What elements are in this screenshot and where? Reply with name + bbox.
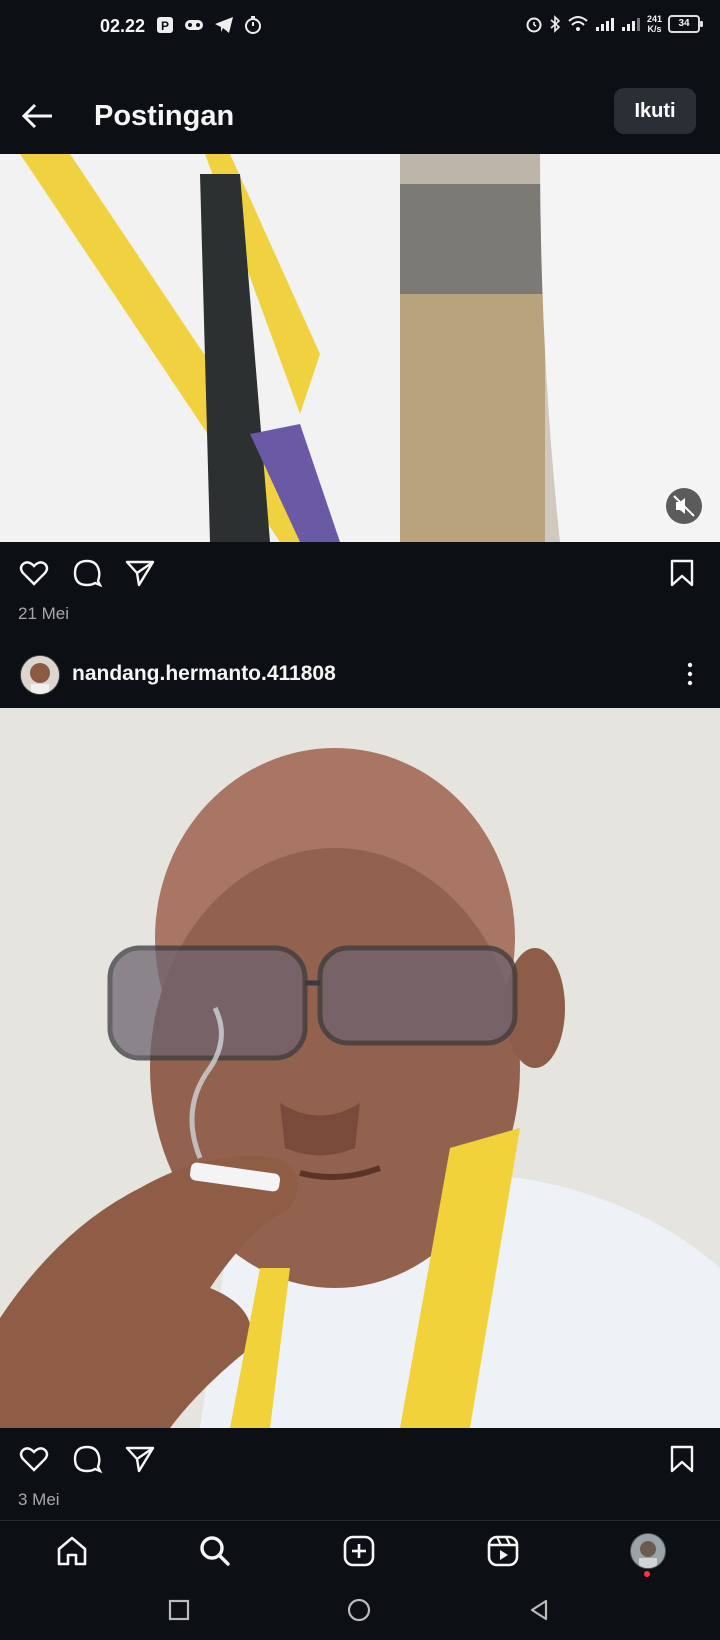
signal-icon xyxy=(621,18,640,31)
home-icon[interactable] xyxy=(54,1533,90,1569)
avatar-image xyxy=(21,656,59,694)
mute-button[interactable] xyxy=(666,488,702,524)
avatar[interactable] xyxy=(20,655,60,695)
follow-button[interactable]: Ikuti xyxy=(614,88,696,134)
profile-avatar-image xyxy=(631,1534,665,1568)
system-nav-bar xyxy=(0,1580,720,1640)
post-2-actions xyxy=(0,1436,720,1482)
post-photo[interactable] xyxy=(0,708,720,1428)
p-badge-icon: P xyxy=(157,17,173,33)
svg-text:P: P xyxy=(161,19,169,33)
more-vertical-icon xyxy=(687,662,693,686)
back-triangle-icon[interactable] xyxy=(527,1598,551,1622)
save-icon[interactable] xyxy=(666,1443,698,1475)
post-video[interactable] xyxy=(0,154,720,542)
more-options-button[interactable] xyxy=(678,658,702,690)
signal-icon xyxy=(595,18,614,31)
page-title: Postingan xyxy=(94,100,235,132)
home-circle-icon[interactable] xyxy=(347,1598,371,1622)
photo-illustration xyxy=(0,708,720,1428)
post-date: 21 Mei xyxy=(18,604,70,623)
bluetooth-icon xyxy=(550,15,561,33)
timer-icon xyxy=(245,16,261,34)
save-icon[interactable] xyxy=(666,557,698,589)
post-date: 3 Mei xyxy=(18,1490,60,1509)
comment-icon[interactable] xyxy=(71,557,103,589)
gamepad-icon xyxy=(185,20,203,30)
top-bar: Postingan Ikuti xyxy=(0,84,720,154)
post-1-actions xyxy=(0,550,720,596)
username[interactable]: nandang.hermanto.411808 xyxy=(72,662,336,686)
create-icon[interactable] xyxy=(341,1533,377,1569)
net-speed-unit: K/s xyxy=(647,24,662,34)
share-icon[interactable] xyxy=(124,1443,156,1475)
net-speed: 241 K/s xyxy=(647,14,662,34)
status-time: 02.22 xyxy=(100,16,146,36)
video-frame-illustration xyxy=(0,154,720,542)
status-bar: 02.22 P 241 K/s 34 xyxy=(0,0,720,56)
profile-avatar[interactable] xyxy=(630,1533,666,1569)
back-arrow-icon xyxy=(21,103,52,129)
like-icon[interactable] xyxy=(18,1443,50,1475)
battery-indicator: 34 xyxy=(668,15,703,33)
like-icon[interactable] xyxy=(18,557,50,589)
wifi-icon xyxy=(568,16,588,31)
net-speed-value: 241 xyxy=(646,14,662,24)
notification-dot xyxy=(644,1571,650,1577)
status-right-icons: 241 K/s 34 xyxy=(525,14,703,34)
muted-speaker-icon xyxy=(673,495,695,517)
share-icon[interactable] xyxy=(124,557,156,589)
alarm-icon xyxy=(526,17,542,33)
comment-icon[interactable] xyxy=(71,1443,103,1475)
telegram-icon xyxy=(215,17,233,33)
search-icon[interactable] xyxy=(197,1533,233,1569)
back-button[interactable] xyxy=(20,98,56,134)
status-left-icons: P xyxy=(156,16,262,34)
bottom-nav xyxy=(0,1520,720,1579)
post-2-header: nandang.hermanto.411808 xyxy=(0,650,720,700)
recents-icon[interactable] xyxy=(167,1598,191,1622)
reels-icon[interactable] xyxy=(485,1533,521,1569)
